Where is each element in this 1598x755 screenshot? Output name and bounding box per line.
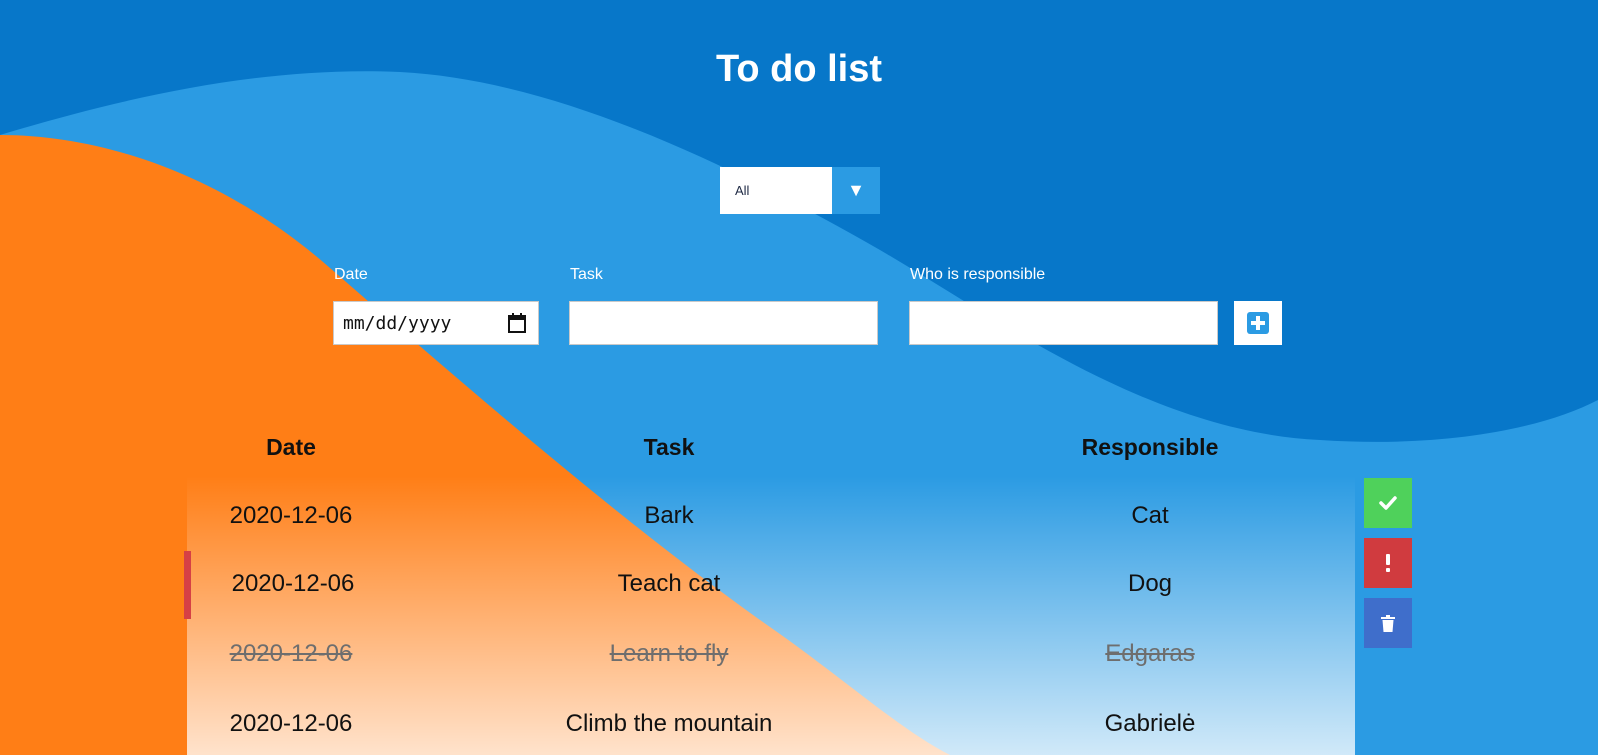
responsible-label: Who is responsible xyxy=(910,266,1046,283)
filter-select[interactable]: All ▼ xyxy=(720,167,880,214)
cell-date: 2020-12-06 xyxy=(229,502,353,529)
page-title: To do list xyxy=(715,48,883,90)
cell-responsible: Dog xyxy=(1127,570,1173,597)
important-row-marker xyxy=(184,551,191,619)
cell-responsible: Edgaras xyxy=(1105,640,1195,667)
check-icon xyxy=(1379,496,1397,510)
cell-task: Learn to fly xyxy=(609,640,729,667)
cell-task: Bark xyxy=(644,502,694,529)
cell-date: 2020-12-06 xyxy=(229,640,353,667)
date-input[interactable]: mm/dd/yyyy xyxy=(333,301,539,345)
cell-responsible: Cat xyxy=(1131,502,1169,529)
date-placeholder: mm/dd/yyyy xyxy=(343,312,452,334)
delete-button[interactable] xyxy=(1364,598,1412,648)
cell-date: 2020-12-06 xyxy=(231,570,355,597)
column-header-date: Date xyxy=(266,434,316,460)
cell-task: Teach cat xyxy=(617,570,721,597)
exclamation-icon xyxy=(1386,554,1390,572)
task-input[interactable] xyxy=(569,301,878,345)
chevron-down-icon[interactable]: ▼ xyxy=(832,167,880,214)
plus-square-icon xyxy=(1247,312,1269,334)
important-button[interactable] xyxy=(1364,538,1412,588)
cell-responsible: Gabrielė xyxy=(1104,710,1196,737)
cell-date: 2020-12-06 xyxy=(229,710,353,737)
column-header-task: Task xyxy=(643,434,695,460)
task-label: Task xyxy=(570,266,603,283)
filter-selected-value[interactable]: All xyxy=(720,167,832,214)
column-header-responsible: Responsible xyxy=(1081,434,1219,460)
add-task-button[interactable] xyxy=(1234,301,1282,345)
cell-task: Climb the mountain xyxy=(565,710,773,737)
calendar-icon[interactable] xyxy=(508,313,526,333)
trash-icon xyxy=(1381,614,1395,632)
date-label: Date xyxy=(334,266,368,283)
responsible-input[interactable] xyxy=(909,301,1218,345)
complete-button[interactable] xyxy=(1364,478,1412,528)
